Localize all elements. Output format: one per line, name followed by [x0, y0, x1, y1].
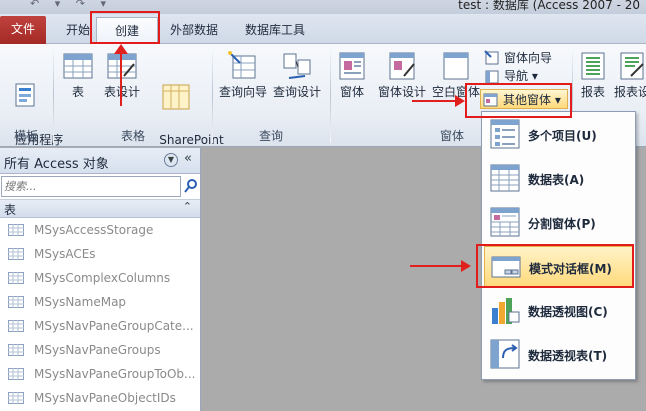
annotation-arrow [412, 100, 456, 102]
navigation-pane: 所有 Access 对象 ▼ « 表 ⌃ MSysAccessStorage M… [0, 148, 201, 411]
report-icon [581, 52, 605, 80]
form-wizard-label: 窗体向导 [504, 51, 553, 65]
nav-search-bar [0, 174, 200, 200]
split-form-icon [490, 207, 520, 237]
blank-form-icon [443, 52, 469, 80]
group-tables-label: 表格 [120, 129, 145, 143]
menu-item-label: 数据透视表(T) [528, 349, 608, 363]
search-input[interactable] [1, 176, 181, 197]
form-design-icon [389, 52, 415, 80]
table-icon [8, 344, 24, 356]
nav-object-list: MSysAccessStorage MSysACEs MSysComplexCo… [0, 218, 200, 410]
chevron-up-icon[interactable]: ⌃ [183, 200, 192, 213]
highlight-create-tab [90, 11, 160, 44]
table-icon [8, 320, 24, 332]
section-title: 表 [4, 203, 17, 217]
table-icon [8, 296, 24, 308]
form-design-label: 窗体设计 [377, 85, 426, 99]
group-separator [330, 47, 331, 143]
form-wizard-icon [484, 50, 499, 65]
report-button[interactable]: 报表 [576, 50, 610, 100]
table-icon [8, 248, 24, 260]
query-design-icon [283, 53, 311, 79]
pivot-chart-icon [492, 298, 520, 324]
navigation-button[interactable]: 导航 ▾ [482, 68, 538, 84]
pivot-table-icon [490, 339, 520, 369]
form-icon [339, 52, 365, 80]
tab-file[interactable]: 文件 [0, 16, 46, 44]
query-wizard-icon [228, 51, 256, 79]
sharepoint-list-icon [162, 84, 190, 110]
menu-item-label: 分割窗体(P) [528, 217, 596, 231]
report-design-icon [620, 52, 644, 80]
tab-database-tools[interactable]: 数据库工具 [236, 17, 314, 44]
form-label: 窗体 [339, 85, 364, 99]
menu-item-label: 多个项目(U) [528, 129, 597, 143]
list-item[interactable]: MSysNavPaneGroupToOb... [0, 362, 200, 386]
table-icon [8, 368, 24, 380]
list-item[interactable]: MSysComplexColumns [0, 266, 200, 290]
datasheet-icon [490, 164, 520, 192]
multiple-items-icon [490, 119, 520, 149]
navigation-label: 导航 ▾ [504, 69, 538, 83]
highlight-more-forms [465, 83, 572, 118]
annotation-arrow [120, 50, 122, 106]
navigation-icon [485, 70, 499, 84]
query-design-label: 查询设计 [272, 85, 321, 99]
table-icon [8, 272, 24, 284]
query-design-button[interactable]: 查询设计 [270, 50, 324, 100]
menu-item-label: 数据表(A) [528, 173, 585, 187]
highlight-modal-dialog [476, 244, 634, 288]
collapse-icon[interactable]: « [184, 151, 192, 166]
arrow-head-icon [461, 260, 471, 272]
app-parts-icon [15, 83, 35, 107]
table-icon [8, 392, 24, 404]
list-item[interactable]: MSysACEs [0, 242, 200, 266]
table-icon [8, 224, 24, 236]
arrow-head-icon [455, 95, 465, 107]
table-button[interactable]: 表 [58, 50, 98, 100]
group-templates-label: 模板 [13, 129, 38, 143]
report-label: 报表 [580, 85, 605, 99]
report-design-label: 报表设 [613, 85, 646, 99]
window-title: test : 数据库 (Access 2007 - 20 [458, 0, 640, 12]
search-icon[interactable] [184, 178, 198, 194]
query-wizard-label: 查询向导 [218, 85, 267, 99]
group-separator [212, 47, 213, 143]
list-item[interactable]: MSysAccessStorage [0, 218, 200, 242]
table-icon [63, 53, 93, 79]
report-design-button[interactable]: 报表设 [612, 50, 646, 100]
group-queries-label: 查询 [258, 129, 283, 143]
menu-item-split-form[interactable]: 分割窗体(P) [484, 202, 633, 244]
chevron-down-icon[interactable]: ▼ [164, 153, 178, 167]
menu-item-label: 数据透视图(C) [528, 305, 608, 319]
list-item[interactable]: MSysNavPaneObjectIDs [0, 386, 200, 410]
list-item[interactable]: MSysNavPaneGroups [0, 338, 200, 362]
nav-section-tables[interactable]: 表 ⌃ [0, 200, 200, 218]
tab-external-data[interactable]: 外部数据 [164, 17, 224, 44]
menu-item-datasheet[interactable]: 数据表(A) [484, 158, 633, 200]
menu-item-multiple-items[interactable]: 多个项目(U) [484, 114, 633, 156]
menu-item-pivot-chart[interactable]: 数据透视图(C) [484, 290, 633, 332]
nav-pane-title: 所有 Access 对象 [4, 157, 109, 172]
form-button[interactable]: 窗体 [334, 50, 370, 100]
form-design-button[interactable]: 窗体设计 [374, 50, 430, 100]
table-design-icon [107, 53, 137, 79]
quick-access-toolbar[interactable]: ↶ ▾ ↷ ▾ [30, 0, 112, 10]
table-design-button[interactable]: 表设计 [100, 50, 144, 100]
nav-pane-header: 所有 Access 对象 ▼ « [0, 148, 200, 174]
query-wizard-button[interactable]: 查询向导 [216, 50, 270, 100]
form-wizard-button[interactable]: 窗体向导 [482, 48, 552, 68]
menu-item-pivot-table[interactable]: 数据透视表(T) [484, 334, 633, 376]
list-item[interactable]: MSysNameMap [0, 290, 200, 314]
arrow-head-icon [114, 44, 128, 54]
table-label: 表 [71, 85, 84, 99]
annotation-arrow [410, 265, 462, 267]
list-item[interactable]: MSysNavPaneGroupCate... [0, 314, 200, 338]
group-separator [53, 47, 54, 143]
